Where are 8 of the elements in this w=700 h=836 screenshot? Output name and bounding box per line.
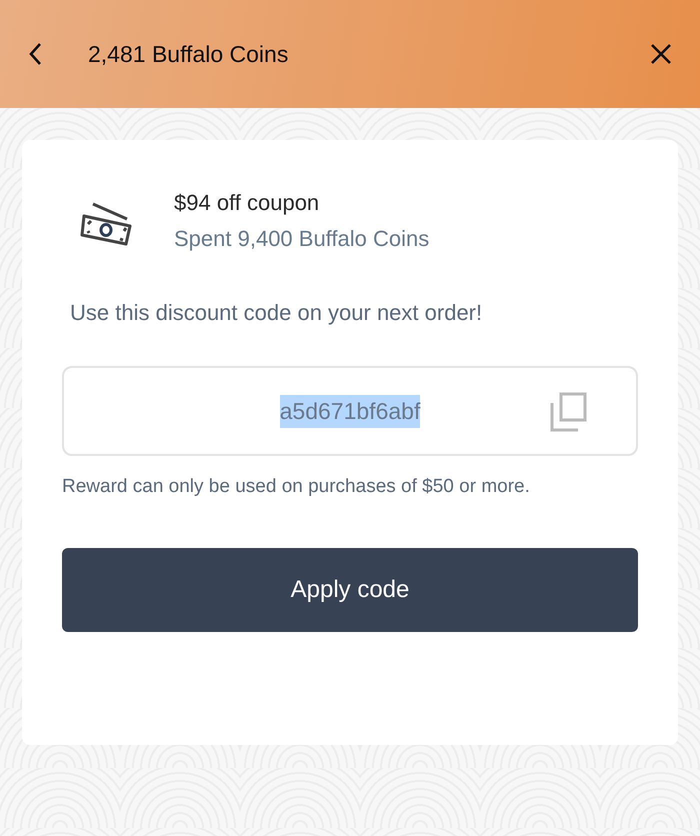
note-text: Reward can only be used on purchases of $50 or more.	[62, 475, 531, 499]
instruction-text: Use this discount code on your next order!	[70, 300, 484, 326]
apply-code-button[interactable]: Apply code	[62, 548, 638, 632]
back-icon[interactable]	[28, 42, 42, 66]
close-icon[interactable]	[650, 43, 672, 65]
reward-subtitle: Spent 9,400 Buffalo Coins	[174, 226, 430, 252]
reward-title: $94 off coupon	[174, 190, 320, 216]
header-title: 2,481 Buffalo Coins	[88, 40, 288, 68]
